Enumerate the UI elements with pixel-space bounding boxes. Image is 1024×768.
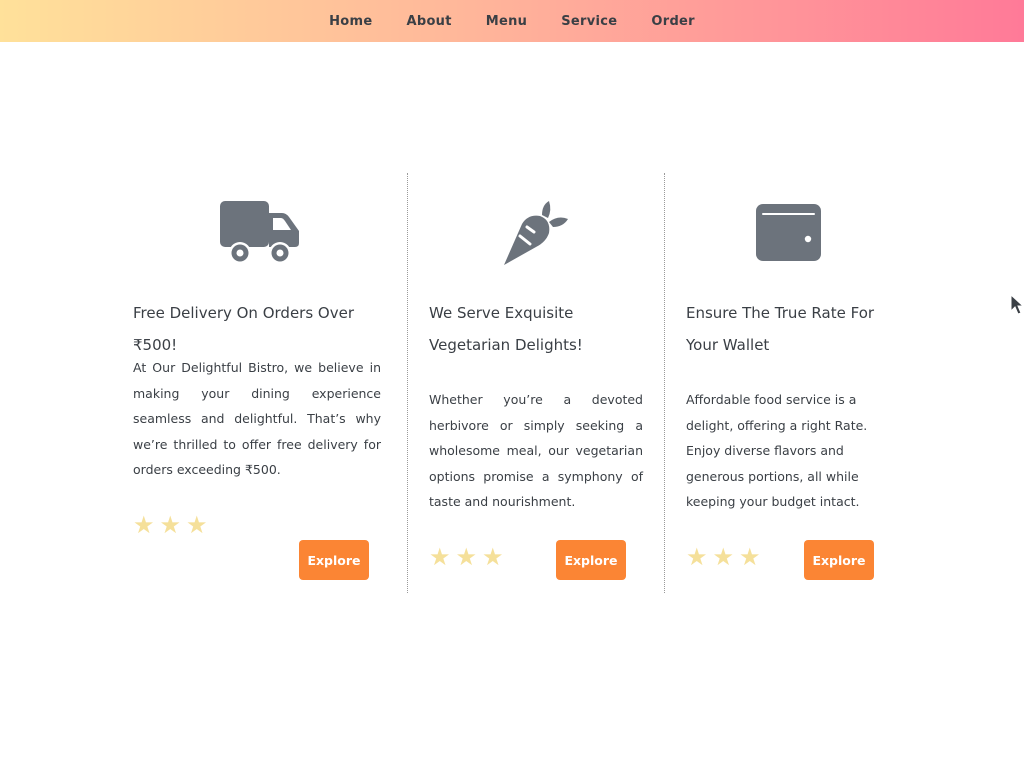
star-icon: ★ — [159, 511, 182, 539]
star-rating: ★ ★ ★ — [686, 544, 766, 570]
star-icon: ★ — [739, 543, 761, 571]
card-description: Affordable food service is a delight, of… — [686, 392, 868, 510]
star-icon: ★ — [133, 511, 155, 539]
wallet-icon — [756, 204, 821, 261]
star-icon: ★ — [712, 543, 735, 571]
star-icon: ★ — [186, 511, 208, 539]
explore-button[interactable]: Explore — [556, 540, 626, 580]
carrot-icon — [504, 201, 568, 265]
card-divider — [407, 173, 408, 593]
card-description: At Our Delightful Bistro, we believe in … — [133, 360, 381, 478]
star-icon: ★ — [429, 543, 451, 571]
star-icon: ★ — [482, 543, 504, 571]
card-title: Free Delivery On Orders Over ₹500! — [133, 304, 355, 354]
card-divider — [664, 173, 665, 593]
star-icon: ★ — [455, 543, 478, 571]
mouse-cursor-icon — [1010, 294, 1024, 315]
truck-icon — [220, 201, 299, 264]
explore-button[interactable]: Explore — [804, 540, 874, 580]
explore-button[interactable]: Explore — [299, 540, 369, 580]
star-rating: ★ ★ ★ — [133, 512, 213, 538]
card-description: Whether you’re a devoted herbivore or si… — [429, 392, 643, 510]
card-title: Ensure The True Rate For Your Wallet — [686, 304, 875, 354]
features-section: Free Delivery On Orders Over ₹500! At Ou… — [0, 0, 1024, 768]
card-title: We Serve Exquisite Vegetarian Delights! — [429, 304, 583, 354]
star-rating: ★ ★ ★ — [429, 544, 509, 570]
star-icon: ★ — [686, 543, 708, 571]
